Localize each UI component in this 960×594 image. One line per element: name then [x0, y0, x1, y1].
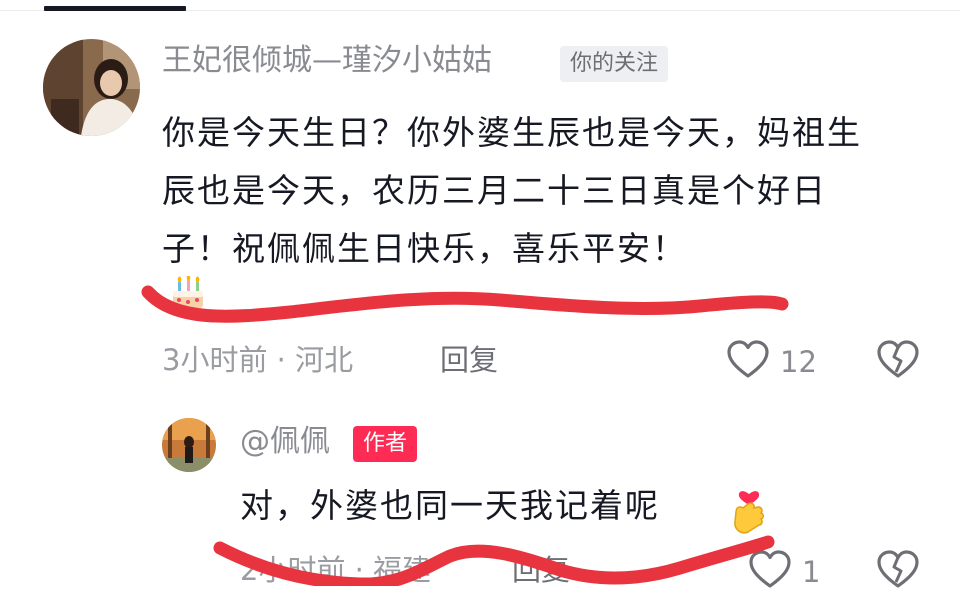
- reply-text: 对，外婆也同一天我记着呢: [240, 486, 660, 525]
- comment-time-location: 3小时前 · 河北: [162, 343, 354, 377]
- author-avatar[interactable]: [162, 418, 216, 472]
- reply-dislike-button[interactable]: [876, 550, 920, 594]
- like-count: 1: [802, 554, 821, 589]
- heart-icon: [726, 340, 770, 384]
- like-count: 12: [780, 344, 817, 379]
- finger-heart-icon: [728, 482, 770, 538]
- like-button[interactable]: 12: [726, 340, 817, 384]
- heart-icon: [748, 550, 792, 594]
- commenter-username[interactable]: 王妃很倾城—瑾汐小姑姑: [162, 46, 492, 76]
- comment-text: 你是今天生日？你外婆生辰也是今天，妈祖生辰也是今天，农历三月二十三日真是个好日子…: [162, 113, 862, 268]
- broken-heart-icon: [876, 340, 920, 384]
- commenter-avatar[interactable]: [43, 39, 140, 136]
- reply-reply-button[interactable]: 回复: [512, 556, 570, 585]
- broken-heart-icon: [876, 550, 920, 594]
- tab-indicator: [44, 6, 186, 11]
- cake-icon: [168, 274, 208, 314]
- reply-time-location: 2小时前 · 福建: [240, 553, 432, 587]
- reply-button[interactable]: 回复: [440, 346, 498, 375]
- reply-like-button[interactable]: 1: [748, 550, 820, 594]
- dislike-button[interactable]: [876, 340, 920, 384]
- following-badge: 你的关注: [560, 46, 669, 82]
- author-username[interactable]: @佩佩: [240, 427, 330, 457]
- author-badge: 作者: [353, 426, 418, 462]
